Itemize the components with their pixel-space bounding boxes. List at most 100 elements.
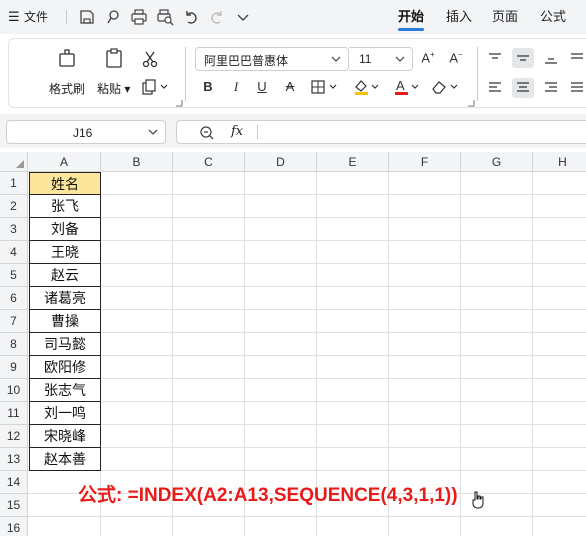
align-bottom-icon[interactable] <box>543 51 559 65</box>
gridline <box>28 470 586 471</box>
cell-a6[interactable]: 诸葛亮 <box>29 287 101 310</box>
justify-icon[interactable] <box>569 81 585 95</box>
zoom-icon[interactable] <box>199 125 215 141</box>
gridline <box>28 424 586 425</box>
strikethrough-icon[interactable]: A <box>283 79 297 94</box>
gridline <box>28 355 586 356</box>
cell-a1[interactable]: 姓名 <box>29 172 101 195</box>
tab-page[interactable]: 页面 <box>492 0 518 34</box>
gridline <box>28 217 586 218</box>
gridline <box>28 286 586 287</box>
row-header[interactable]: 10 <box>0 379 28 402</box>
gridline <box>28 194 586 195</box>
chevron-down-icon[interactable] <box>234 8 252 26</box>
row-header[interactable]: 8 <box>0 333 28 356</box>
row-header[interactable]: 16 <box>0 517 28 536</box>
divider <box>66 10 67 24</box>
row-header[interactable]: 6 <box>0 287 28 310</box>
gridline <box>460 172 461 536</box>
print-preview-icon[interactable] <box>156 8 174 26</box>
cell-a11[interactable]: 刘一鸣 <box>29 402 101 425</box>
row-header[interactable]: 4 <box>0 241 28 264</box>
fill-color-icon[interactable] <box>353 78 383 96</box>
print-icon[interactable] <box>130 8 148 26</box>
italic-icon[interactable]: I <box>229 79 243 95</box>
copy-icon[interactable] <box>141 79 171 95</box>
file-menu[interactable]: ☰ 文件 <box>8 0 48 34</box>
cell-a10[interactable]: 张志气 <box>29 379 101 402</box>
undo-icon[interactable] <box>182 8 200 26</box>
chevron-down-icon <box>331 56 341 62</box>
align-center-icon[interactable] <box>512 78 534 98</box>
cell-a12[interactable]: 宋晓峰 <box>29 425 101 448</box>
column-header-f[interactable]: F <box>389 152 461 172</box>
column-header-h[interactable]: H <box>533 152 586 172</box>
row-header[interactable]: 5 <box>0 264 28 287</box>
align-top-icon[interactable] <box>487 51 503 65</box>
row-header[interactable]: 7 <box>0 310 28 333</box>
underline-icon[interactable]: U <box>255 79 269 94</box>
tab-home[interactable]: 开始 <box>394 0 428 34</box>
cell-a5[interactable]: 赵云 <box>29 264 101 287</box>
wrap-top-icon[interactable] <box>569 51 585 65</box>
tab-insert[interactable]: 插入 <box>446 0 472 34</box>
font-family-select[interactable]: 阿里巴巴普惠体 <box>195 47 349 71</box>
format-painter-label: 格式刷 <box>49 82 86 96</box>
dialog-launcher-icon[interactable] <box>467 99 475 107</box>
bold-icon[interactable]: B <box>201 79 215 94</box>
border-icon[interactable] <box>311 80 341 94</box>
align-left-icon[interactable] <box>487 81 503 95</box>
column-header-d[interactable]: D <box>245 152 317 172</box>
column-header-e[interactable]: E <box>317 152 389 172</box>
cell-a3[interactable]: 刘备 <box>29 218 101 241</box>
gridline <box>28 447 586 448</box>
increase-font-icon[interactable]: A+ <box>419 50 437 65</box>
cell-a2[interactable]: 张飞 <box>29 195 101 218</box>
cell-a7[interactable]: 曹操 <box>29 310 101 333</box>
clear-format-icon[interactable] <box>431 79 461 95</box>
spreadsheet-grid[interactable]: A B C D E F G H 1 2 3 4 5 6 7 8 9 10 11 … <box>0 152 586 536</box>
align-right-icon[interactable] <box>543 81 559 95</box>
column-header-b[interactable]: B <box>101 152 173 172</box>
gridline <box>28 332 586 333</box>
tab-formula[interactable]: 公式 <box>540 0 566 34</box>
divider <box>477 47 478 101</box>
row-header[interactable]: 1 <box>0 172 28 195</box>
chevron-down-icon <box>395 56 405 62</box>
row-header[interactable]: 3 <box>0 218 28 241</box>
save-icon[interactable] <box>78 8 96 26</box>
row-header[interactable]: 9 <box>0 356 28 379</box>
dialog-launcher-icon[interactable] <box>175 99 183 107</box>
fx-icon[interactable]: fx <box>231 124 243 139</box>
gridline <box>28 309 586 310</box>
font-size-select[interactable]: 11 <box>349 47 413 71</box>
format-painter-button[interactable] <box>55 47 79 69</box>
paste-button[interactable] <box>103 47 125 69</box>
hamburger-icon: ☰ <box>8 9 20 24</box>
decrease-font-icon[interactable]: A− <box>447 50 465 65</box>
select-all-corner[interactable] <box>0 152 28 172</box>
paste-label[interactable]: 粘贴 ▾ <box>97 80 130 97</box>
cell-a4[interactable]: 王晓 <box>29 241 101 264</box>
row-header[interactable]: 15 <box>0 494 28 517</box>
row-header[interactable]: 2 <box>0 195 28 218</box>
redo-icon[interactable] <box>208 8 226 26</box>
column-header-a[interactable]: A <box>28 152 101 172</box>
row-header[interactable]: 11 <box>0 402 28 425</box>
font-color-icon[interactable]: A <box>393 78 423 96</box>
format-painter-icon[interactable] <box>104 8 122 26</box>
ribbon: 格式刷 粘贴 ▾ 阿里巴巴普惠体 11 A+ A− B I U A A <box>8 38 586 108</box>
row-header[interactable]: 12 <box>0 425 28 448</box>
cut-icon[interactable] <box>141 50 159 68</box>
align-middle-icon[interactable] <box>512 48 534 68</box>
row-header[interactable]: 14 <box>0 471 28 494</box>
row-header[interactable]: 13 <box>0 448 28 471</box>
cell-a9[interactable]: 欧阳修 <box>29 356 101 379</box>
brush-icon <box>59 49 75 67</box>
name-box[interactable]: J16 <box>6 120 166 144</box>
column-header-g[interactable]: G <box>461 152 533 172</box>
cell-a13[interactable]: 赵本善 <box>29 448 101 471</box>
formula-input[interactable]: fx <box>176 120 586 144</box>
cell-a8[interactable]: 司马懿 <box>29 333 101 356</box>
column-header-c[interactable]: C <box>173 152 245 172</box>
